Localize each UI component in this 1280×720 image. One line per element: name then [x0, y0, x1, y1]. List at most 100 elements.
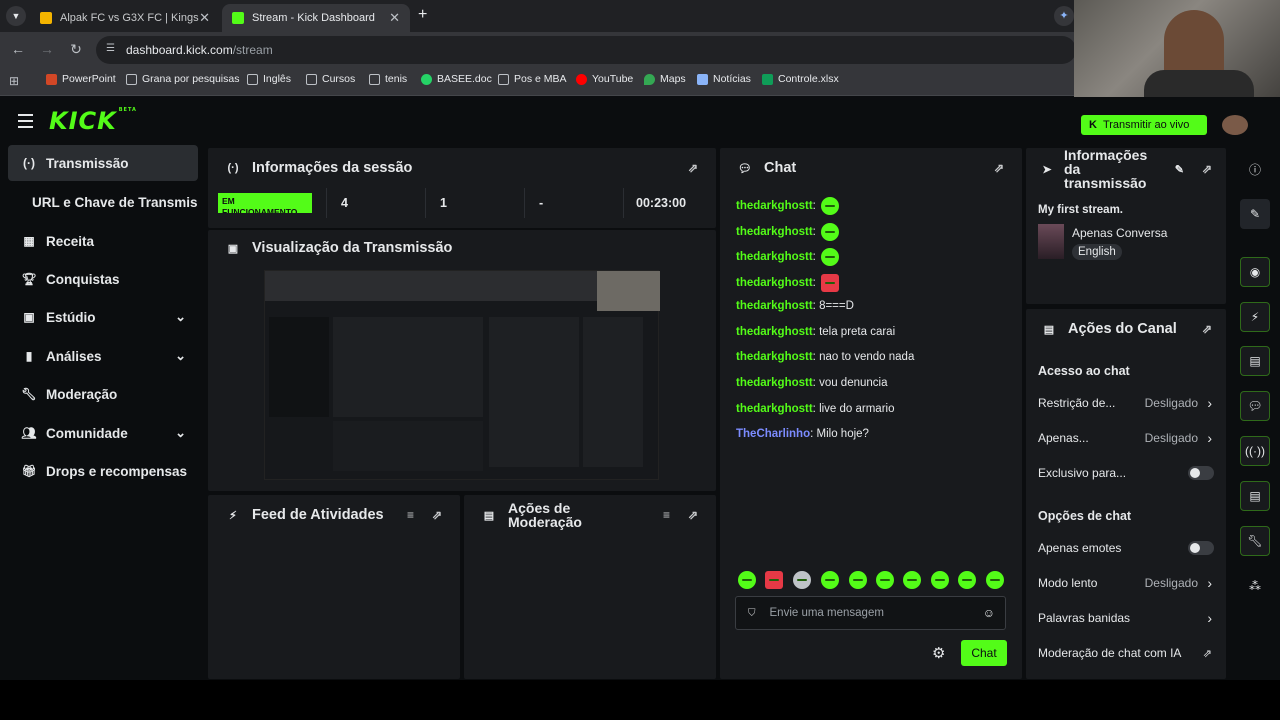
chat-username[interactable]: thedarkghostt — [736, 277, 813, 289]
user-avatar[interactable] — [1222, 115, 1248, 135]
bookmark-basee[interactable]: BASEE.doc — [421, 73, 492, 85]
setting-label: Restrição de... — [1038, 396, 1116, 410]
emoji-icon[interactable]: ☺ — [983, 606, 995, 620]
popout-icon[interactable]: ⇗ — [1202, 322, 1212, 336]
emote-icon[interactable] — [849, 571, 867, 589]
lightning-toolbar-icon[interactable]: ⚡︎ — [1240, 302, 1270, 332]
edit-icon[interactable]: ✎ — [1240, 199, 1270, 229]
bookmark-youtube[interactable]: YouTube — [576, 73, 633, 85]
document-toolbar-icon[interactable]: ▤ — [1240, 346, 1270, 376]
more-toolbar-icon[interactable]: ⁂ — [1240, 571, 1270, 601]
chat-username[interactable]: thedarkghostt — [736, 403, 813, 415]
emotes-only-toggle[interactable] — [1188, 541, 1214, 555]
emote-icon[interactable] — [876, 571, 894, 589]
bookmark-ingles[interactable]: Inglês — [247, 73, 291, 85]
sidebar-item-moderacao[interactable]: 🔧︎ Moderação — [8, 376, 198, 412]
sidebar-item-drops[interactable]: 🎁︎ Drops e recompensas — [8, 453, 198, 489]
broadcast-toolbar-icon[interactable]: ((·)) — [1240, 436, 1270, 466]
popout-icon[interactable]: ⇗ — [1202, 162, 1212, 176]
chat-username[interactable]: thedarkghostt — [736, 377, 813, 389]
popout-icon[interactable]: ⇗ — [994, 161, 1004, 175]
popout-icon[interactable]: ⇗ — [432, 508, 442, 522]
channel-toolbar-icon[interactable]: ▤ — [1240, 481, 1270, 511]
bookmark-maps[interactable]: Maps — [644, 73, 686, 85]
emote-icon[interactable] — [738, 571, 756, 589]
sidebar-item-conquistas[interactable]: 🏆︎ Conquistas — [8, 261, 198, 297]
gemini-icon[interactable]: ✦ — [1054, 6, 1074, 26]
emote-icon[interactable] — [986, 571, 1004, 589]
wrench-toolbar-icon[interactable]: 🔧︎ — [1240, 526, 1270, 556]
slow-mode-setting[interactable]: Modo lento Desligado › — [1038, 568, 1226, 598]
chat-send-button[interactable]: Chat — [961, 640, 1007, 666]
chevron-down-icon[interactable]: ⌄ — [175, 309, 186, 325]
chat-username[interactable]: TheCharlinho — [736, 428, 810, 440]
sidebar-item-transmissao[interactable]: (·) Transmissão — [8, 145, 198, 181]
restriction-setting[interactable]: Restrição de... Desligado › — [1038, 388, 1226, 418]
emote-icon[interactable] — [931, 571, 949, 589]
only-setting[interactable]: Apenas... Desligado › — [1038, 423, 1226, 453]
sidebar-item-estudio[interactable]: ▣ Estúdio ⌄ — [8, 299, 198, 335]
setting-label: Exclusivo para... — [1038, 466, 1127, 480]
go-live-button[interactable]: K Transmitir ao vivo — [1081, 115, 1207, 135]
sidebar-item-comunidade[interactable]: 👥︎ Comunidade ⌄ — [8, 415, 198, 451]
kick-logo[interactable]: KICK BETA — [49, 107, 137, 135]
back-icon[interactable]: ← — [9, 41, 27, 57]
sidebar-item-analises[interactable]: ▮ Análises ⌄ — [8, 338, 198, 374]
bookmark-tenis[interactable]: tenis — [369, 73, 407, 85]
chat-input[interactable]: ⛉ Envie uma mensagem ☺ — [735, 596, 1006, 630]
chevron-down-icon[interactable]: ⌄ — [175, 425, 186, 441]
browser-tab-2[interactable]: Stream - Kick Dashboard ✕ — [222, 4, 410, 32]
chevron-down-icon[interactable]: ⌄ — [175, 348, 186, 364]
site-info-icon[interactable]: ☰ — [106, 43, 115, 54]
filter-icon[interactable]: ≡ — [407, 508, 414, 522]
banned-words-setting[interactable]: Palavras banidas › — [1038, 603, 1226, 633]
reload-icon[interactable]: ↻ — [67, 41, 85, 58]
settings-gear-icon[interactable]: ⚙ — [932, 644, 945, 662]
new-tab-button[interactable]: + — [418, 6, 427, 24]
stream-preview-panel: ▣ Visualização da Transmissão — [208, 230, 716, 491]
bookmark-cursos[interactable]: Cursos — [306, 73, 355, 85]
chat-username[interactable]: thedarkghostt — [736, 226, 813, 238]
chat-username[interactable]: thedarkghostt — [736, 300, 813, 312]
category-thumbnail — [1038, 224, 1064, 259]
tab-title: Stream - Kick Dashboard — [252, 12, 375, 24]
filter-icon[interactable]: ≡ — [663, 508, 670, 522]
emote-icon[interactable] — [765, 571, 783, 589]
forward-icon[interactable]: → — [38, 41, 56, 57]
close-tab-icon[interactable]: ✕ — [389, 10, 400, 26]
url-bar[interactable]: ☰ dashboard.kick.com/stream — [96, 36, 1076, 64]
setting-value: Desligado — [1144, 431, 1198, 445]
exclusive-toggle[interactable] — [1188, 466, 1214, 480]
info-icon[interactable]: ⓘ — [1240, 154, 1270, 184]
menu-icon[interactable] — [18, 114, 33, 132]
emote-icon[interactable] — [958, 571, 976, 589]
close-tab-icon[interactable]: ✕ — [199, 10, 210, 26]
bookmark-noticias[interactable]: Notícias — [697, 73, 751, 85]
chat-username[interactable]: thedarkghostt — [736, 326, 813, 338]
bookmark-powerpoint[interactable]: PowerPoint — [46, 73, 116, 85]
chat-username[interactable]: thedarkghostt — [736, 351, 813, 363]
shield-icon[interactable]: ⛉ — [748, 608, 756, 619]
sidebar-item-url-chave[interactable]: URL e Chave de Transmissão — [8, 184, 198, 220]
emote-icon[interactable] — [903, 571, 921, 589]
bookmark-pos-mba[interactable]: Pos e MBA — [498, 73, 567, 85]
browser-tab-1[interactable]: Alpak FC vs G3X FC | Kings Wor ✕ — [30, 4, 220, 32]
sidebar-item-receita[interactable]: ▦ Receita — [8, 223, 198, 259]
edit-pencil-icon[interactable]: ✎ — [1175, 163, 1184, 176]
camera-toolbar-icon[interactable]: ◉ — [1240, 257, 1270, 287]
tab-search-button[interactable]: ▼ — [6, 6, 26, 26]
stream-title: My first stream. — [1038, 204, 1124, 216]
popout-icon[interactable]: ⇗ — [688, 508, 698, 522]
apps-grid-icon[interactable]: ⊞ — [9, 74, 19, 88]
emote-icon[interactable] — [821, 571, 839, 589]
popout-icon[interactable]: ⇗ — [688, 161, 698, 175]
bookmark-grana[interactable]: Grana por pesquisas — [126, 73, 239, 85]
chat-toolbar-icon[interactable]: 💬︎ — [1240, 391, 1270, 421]
stream-preview-video[interactable] — [264, 270, 660, 480]
bookmark-controle[interactable]: Controle.xlsx — [762, 73, 839, 85]
ai-moderation-setting[interactable]: Moderação de chat com IA ⇗ — [1038, 638, 1226, 668]
sidebar-label: Comunidade — [46, 425, 128, 441]
chat-username[interactable]: thedarkghostt — [736, 200, 813, 212]
chat-username[interactable]: thedarkghostt — [736, 251, 813, 263]
emote-icon[interactable] — [793, 571, 811, 589]
